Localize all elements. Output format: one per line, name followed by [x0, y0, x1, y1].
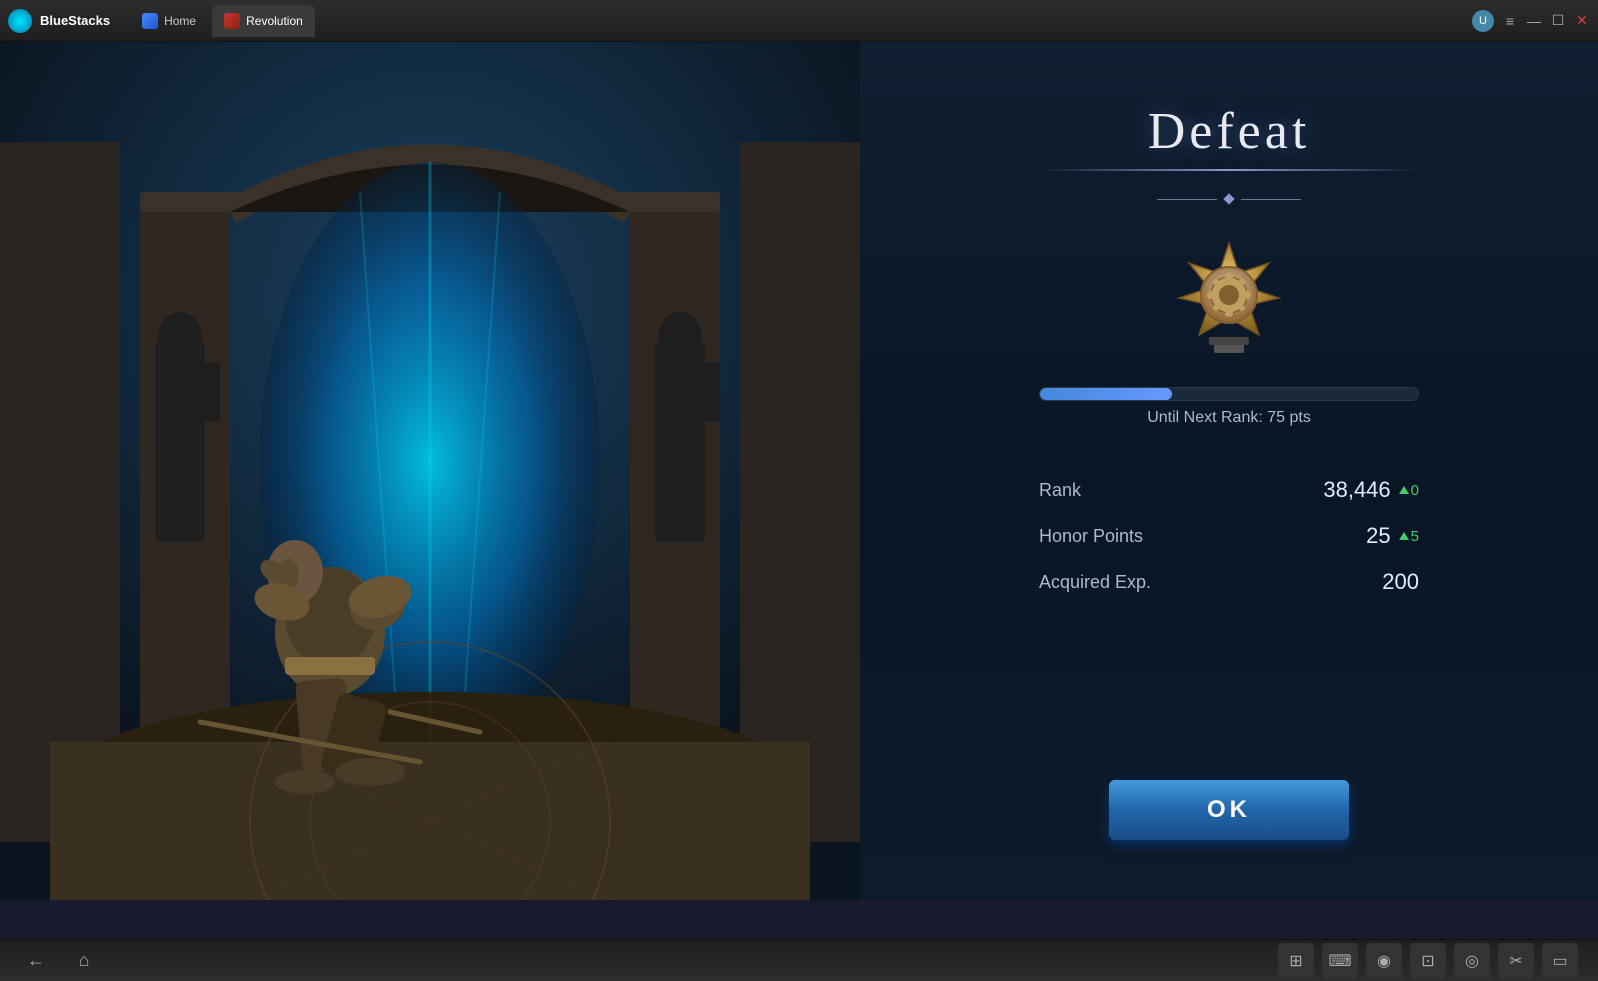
stat-value-group-honor: 25 5 — [1311, 523, 1419, 549]
progress-section: Until Next Rank: 75 pts — [1039, 387, 1419, 427]
settings-icon[interactable]: ≡ — [1502, 13, 1518, 29]
defeat-title: Defeat — [1148, 102, 1311, 161]
ornament-right — [1241, 199, 1301, 200]
progress-label: Until Next Rank: 75 pts — [1039, 409, 1419, 427]
ornament-left — [1157, 199, 1217, 200]
fullscreen-button[interactable]: ⊡ — [1410, 943, 1446, 979]
grid-view-button[interactable]: ⊞ — [1278, 943, 1314, 979]
device-button[interactable]: ▭ — [1542, 943, 1578, 979]
scissors-button[interactable]: ✂ — [1498, 943, 1534, 979]
stat-value-exp: 200 — [1339, 569, 1419, 595]
bluestacks-label: BlueStacks — [40, 13, 110, 28]
progress-bar — [1039, 387, 1419, 401]
title-divider — [1039, 169, 1419, 171]
bluestacks-logo — [8, 9, 32, 33]
triangle-up-icon-2 — [1399, 532, 1409, 540]
stat-label-honor: Honor Points — [1039, 526, 1143, 547]
bottom-bar-left: ← ⌂ — [20, 945, 100, 977]
bottom-bar-right: ⊞ ⌨ ◉ ⊡ ◎ ✂ ▭ — [1278, 943, 1578, 979]
stat-value-rank: 38,446 — [1311, 477, 1391, 503]
title-bar: BlueStacks Home Revolution U ≡ — ☐ ✕ — [0, 0, 1598, 42]
tab-revolution-label: Revolution — [246, 14, 303, 28]
medal-icon — [1169, 233, 1289, 353]
stat-row-exp: Acquired Exp. 200 — [1039, 559, 1419, 605]
stat-value-honor: 25 — [1311, 523, 1391, 549]
stat-change-honor: 5 — [1399, 528, 1419, 545]
honor-change-value: 5 — [1411, 528, 1419, 545]
progress-fill — [1040, 388, 1172, 400]
revolution-tab-icon — [224, 13, 240, 29]
close-button[interactable]: ✕ — [1574, 13, 1590, 29]
maximize-button[interactable]: ☐ — [1550, 13, 1566, 29]
scene-background — [0, 42, 860, 900]
tab-home-label: Home — [164, 14, 196, 28]
main-content: Defeat — [0, 42, 1598, 939]
result-panel: Defeat — [860, 42, 1598, 900]
triangle-up-icon — [1399, 486, 1409, 494]
home-tab-icon — [142, 13, 158, 29]
stat-row-honor: Honor Points 25 5 — [1039, 513, 1419, 559]
tab-revolution[interactable]: Revolution — [212, 5, 315, 37]
ornament-center — [1223, 193, 1234, 204]
stat-label-rank: Rank — [1039, 480, 1081, 501]
bottom-bar: ← ⌂ ⊞ ⌨ ◉ ⊡ ◎ ✂ ▭ — [0, 939, 1598, 981]
game-scene — [0, 42, 860, 900]
tab-home[interactable]: Home — [130, 5, 208, 37]
stat-change-rank: 0 — [1399, 482, 1419, 499]
stat-row-rank: Rank 38,446 0 — [1039, 467, 1419, 513]
stats-section: Rank 38,446 0 Honor Points 25 5 — [1039, 467, 1419, 605]
stat-label-exp: Acquired Exp. — [1039, 572, 1151, 593]
rank-change-value: 0 — [1411, 482, 1419, 499]
stat-value-group-rank: 38,446 0 — [1311, 477, 1419, 503]
title-bar-right: U ≡ — ☐ ✕ — [1472, 10, 1590, 32]
minimize-button[interactable]: — — [1526, 13, 1542, 29]
keyboard-button[interactable]: ⌨ — [1322, 943, 1358, 979]
eye-button[interactable]: ◉ — [1366, 943, 1402, 979]
back-button[interactable]: ← — [20, 945, 52, 977]
title-ornament — [1157, 195, 1301, 203]
ok-button[interactable]: OK — [1109, 780, 1349, 840]
user-avatar[interactable]: U — [1472, 10, 1494, 32]
title-bar-left: BlueStacks Home Revolution — [8, 5, 315, 37]
medal-badge — [1159, 223, 1299, 363]
location-button[interactable]: ◎ — [1454, 943, 1490, 979]
home-button[interactable]: ⌂ — [68, 945, 100, 977]
stat-value-group-exp: 200 — [1339, 569, 1419, 595]
